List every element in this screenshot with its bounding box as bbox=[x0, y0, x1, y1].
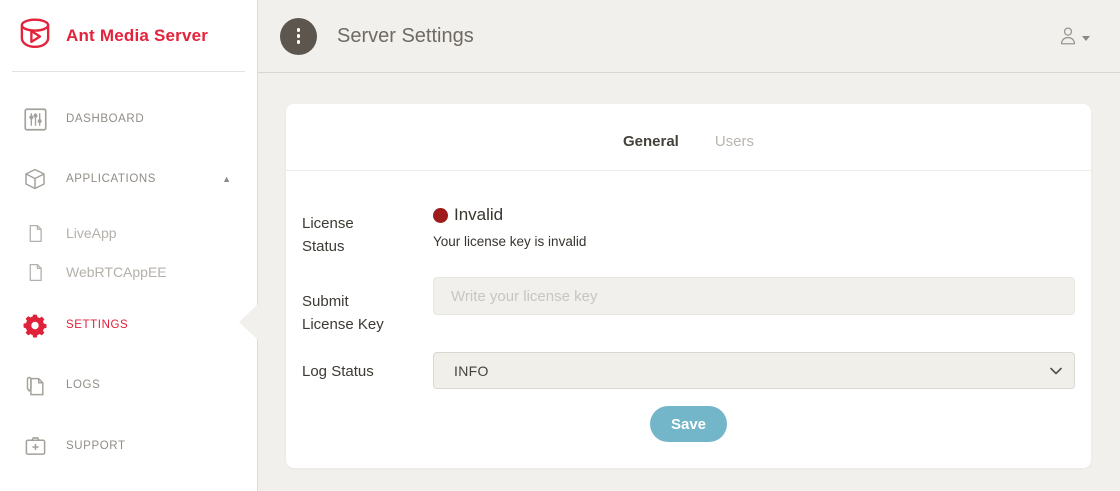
server-settings-form: License Status Invalid Your license key … bbox=[286, 171, 1091, 442]
license-key-label: Submit License Key bbox=[302, 277, 394, 336]
sidebar-nav: DASHBOARD APPLICATIONS ▲ bbox=[0, 97, 257, 468]
settings-card: General Users License Status Invalid You… bbox=[286, 104, 1091, 468]
status-dot bbox=[433, 208, 448, 223]
brand-logo[interactable]: Ant Media Server bbox=[0, 0, 257, 71]
tab-general[interactable]: General bbox=[623, 133, 679, 151]
license-key-input[interactable] bbox=[433, 277, 1075, 315]
applications-icon bbox=[23, 167, 47, 191]
log-status-row: Log Status INFO bbox=[302, 352, 1075, 389]
dashboard-icon bbox=[23, 108, 47, 131]
app-window: Ant Media Server DASHBOARD bbox=[0, 0, 1120, 491]
sidebar-item-label: DASHBOARD bbox=[66, 113, 144, 125]
user-menu[interactable] bbox=[1057, 25, 1090, 47]
support-icon bbox=[23, 435, 47, 457]
logs-icon bbox=[23, 374, 47, 397]
sidebar-item-settings[interactable]: SETTINGS bbox=[0, 303, 257, 347]
license-status-label: License Status bbox=[302, 205, 394, 258]
save-button[interactable]: Save bbox=[650, 406, 727, 442]
ant-media-logo-icon bbox=[14, 17, 56, 55]
page-header: Server Settings bbox=[258, 0, 1120, 73]
main-area: Server Settings General Users Licen bbox=[258, 0, 1120, 491]
file-icon bbox=[23, 263, 47, 282]
sidebar-item-label: LiveApp bbox=[66, 225, 117, 241]
file-icon bbox=[23, 224, 47, 243]
sidebar-item-label: APPLICATIONS bbox=[66, 173, 156, 185]
active-item-pointer bbox=[239, 304, 258, 340]
tab-bar: General Users bbox=[286, 104, 1091, 151]
license-status-row: License Status Invalid Your license key … bbox=[302, 205, 1075, 258]
sidebar-item-label: WebRTCAppEE bbox=[66, 264, 167, 280]
sidebar-item-support[interactable]: SUPPORT bbox=[0, 424, 257, 468]
license-status-value-group: Invalid Your license key is invalid bbox=[433, 205, 1075, 258]
tab-users[interactable]: Users bbox=[715, 133, 754, 151]
caret-up-icon[interactable]: ▲ bbox=[222, 175, 231, 184]
sidebar-divider bbox=[12, 71, 245, 72]
kebab-menu-icon[interactable] bbox=[280, 18, 317, 55]
sidebar-item-liveapp[interactable]: LiveApp bbox=[0, 218, 257, 248]
sidebar-item-applications[interactable]: APPLICATIONS ▲ bbox=[0, 157, 257, 201]
log-status-label: Log Status bbox=[302, 352, 394, 389]
log-status-select[interactable]: INFO bbox=[433, 352, 1075, 389]
sidebar-item-dashboard[interactable]: DASHBOARD bbox=[0, 97, 257, 141]
caret-down-icon bbox=[1082, 36, 1090, 41]
user-icon bbox=[1057, 25, 1079, 47]
brand-name: Ant Media Server bbox=[66, 26, 208, 46]
license-status-message: Your license key is invalid bbox=[433, 234, 1075, 249]
gear-icon bbox=[23, 313, 47, 338]
license-key-row: Submit License Key bbox=[302, 277, 1075, 336]
license-status-value: Invalid bbox=[454, 205, 503, 225]
sidebar-item-label: LOGS bbox=[66, 379, 100, 391]
sidebar: Ant Media Server DASHBOARD bbox=[0, 0, 258, 491]
page-title: Server Settings bbox=[337, 25, 474, 48]
sidebar-item-logs[interactable]: LOGS bbox=[0, 363, 257, 407]
sidebar-item-label: SUPPORT bbox=[66, 440, 126, 452]
sidebar-item-webrtcappee[interactable]: WebRTCAppEE bbox=[0, 257, 257, 287]
sidebar-item-label: SETTINGS bbox=[66, 319, 128, 331]
